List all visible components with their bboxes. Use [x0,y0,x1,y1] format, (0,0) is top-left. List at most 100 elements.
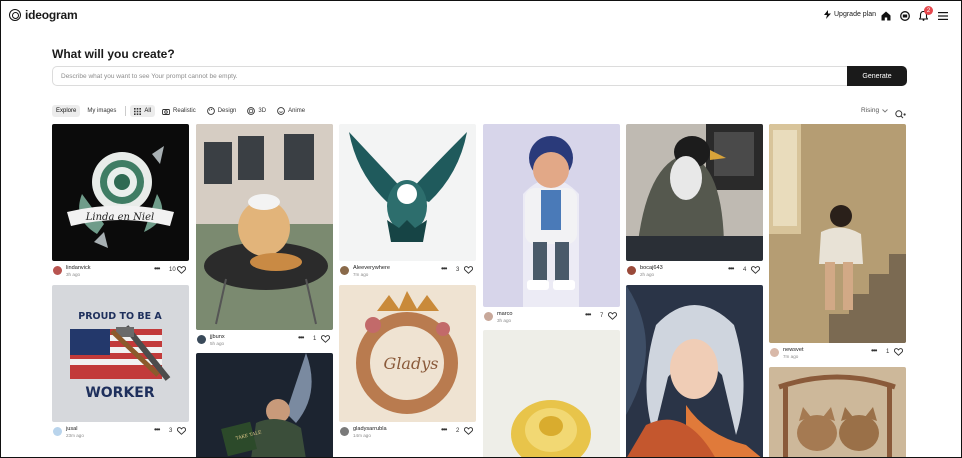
card-image[interactable] [769,124,906,343]
heart-icon[interactable] [751,266,760,274]
search-icon [895,110,906,119]
card-image[interactable]: Linda en Niel [52,124,189,261]
username[interactable]: gladysarrubla [353,426,387,432]
card-meta: jjbunx 5h ago ••• 1 [196,333,333,349]
post-time: 7m ago [783,354,799,359]
avatar[interactable] [484,312,493,321]
heart-icon[interactable] [608,312,617,320]
avatar[interactable] [197,335,206,344]
top-bar: ideogram Upgrade plan 2 [1,1,961,31]
rose-banner-text: Linda en Niel [85,212,154,223]
avatar[interactable] [340,266,349,275]
filter-3d-label: 3D [258,108,267,114]
upgrade-plan-button[interactable]: Upgrade plan [824,10,876,19]
username[interactable]: jjbunx [210,334,225,340]
like-count: 3 [456,267,460,273]
card-image[interactable] [483,330,620,457]
tab-explore[interactable]: Explore [52,105,81,117]
heart-icon[interactable] [894,348,903,356]
filter-design-label: Design [217,108,237,114]
penguin-photo [626,124,763,261]
home-button[interactable] [880,10,891,21]
card-image[interactable] [769,367,906,457]
search-button[interactable] [895,106,906,124]
more-options-icon[interactable]: ••• [728,264,734,273]
filter-anime-label: Anime [288,108,306,114]
chevron-down-icon [882,108,888,113]
more-options-icon[interactable]: ••• [154,425,160,434]
card-meta: newsvet 7m ago ••• 1 [769,346,906,362]
card-meta: gladysarrubla 14m ago ••• 2 [339,425,476,441]
sort-label: Rising [861,107,880,114]
username[interactable]: jusal [66,426,78,432]
ideogram-logo-icon [9,9,21,21]
more-options-icon[interactable]: ••• [585,310,591,319]
kittens-photo [778,374,896,457]
heart-icon[interactable] [464,427,473,435]
like-count: 1 [886,349,890,355]
card-image[interactable]: TAKE TALE [196,353,333,457]
logo[interactable]: ideogram [9,8,78,22]
post-time: 14m ago [353,433,371,438]
more-options-icon[interactable]: ••• [871,346,877,355]
avatar[interactable] [53,266,62,275]
feed-button[interactable] [899,10,910,21]
post-time: 7m ago [353,272,369,277]
heart-icon[interactable] [177,266,186,274]
like-count: 1 [313,336,317,342]
avatar[interactable] [770,348,779,357]
like-count: 2 [456,428,460,434]
stairs-photo [769,124,906,343]
username[interactable]: lindanvick [66,265,91,271]
card-image[interactable]: Gladys [339,285,476,422]
avatar[interactable] [53,427,62,436]
generate-button[interactable]: Generate [847,66,907,86]
card-image[interactable] [483,124,620,307]
doctor-character [523,136,579,307]
filter-all[interactable]: All [130,105,156,117]
page-title: What will you create? [52,47,175,61]
like-count: 4 [743,267,747,273]
worker-illustration: PROUD TO BE A WORKER [70,311,171,401]
username[interactable]: newsvet [783,347,804,353]
card-image[interactable] [626,124,763,261]
username[interactable]: Aleeverywhere [353,265,390,271]
gladys-illustration: Gladys [356,291,458,414]
bolt-icon [824,10,831,19]
worker-bottom-text: WORKER [85,385,155,401]
rose-illustration: Linda en Niel [67,146,174,248]
yellow-rose-photo [511,400,591,457]
heart-icon[interactable] [177,427,186,435]
like-count: 3 [169,428,173,434]
filter-realistic[interactable]: Realistic [158,105,200,117]
more-options-icon[interactable]: ••• [441,425,447,434]
filter-3d[interactable]: 3D [243,105,270,117]
menu-button[interactable] [937,10,948,21]
upgrade-label: Upgrade plan [834,11,877,18]
heart-icon[interactable] [464,266,473,274]
post-time: 3h ago [66,272,81,277]
avatar[interactable] [627,266,636,275]
eagle-illustration [349,132,467,242]
gladys-text: Gladys [384,354,439,373]
card-image[interactable] [196,124,333,330]
anime-girl-illustration [626,285,761,457]
card-image[interactable] [626,285,763,457]
avatar[interactable] [340,427,349,436]
tab-explore-label: Explore [56,108,77,114]
card-image[interactable] [339,124,476,261]
tab-my-images[interactable]: My images [83,105,120,117]
more-options-icon[interactable]: ••• [298,333,304,342]
prompt-input[interactable]: Describe what you want to see Your promp… [52,66,848,86]
camera-icon [162,108,170,115]
more-options-icon[interactable]: ••• [154,264,160,273]
worker-top-text: PROUD TO BE A [78,311,162,322]
filter-anime[interactable]: Anime [273,105,309,117]
card-image[interactable]: PROUD TO BE A WORKER [52,285,189,422]
more-options-icon[interactable]: ••• [441,264,447,273]
filter-design[interactable]: Design [203,105,241,117]
username[interactable]: marco [497,311,513,317]
heart-icon[interactable] [321,335,330,343]
username[interactable]: bocaj643 [640,265,663,271]
sort-dropdown[interactable]: Rising [861,107,888,114]
